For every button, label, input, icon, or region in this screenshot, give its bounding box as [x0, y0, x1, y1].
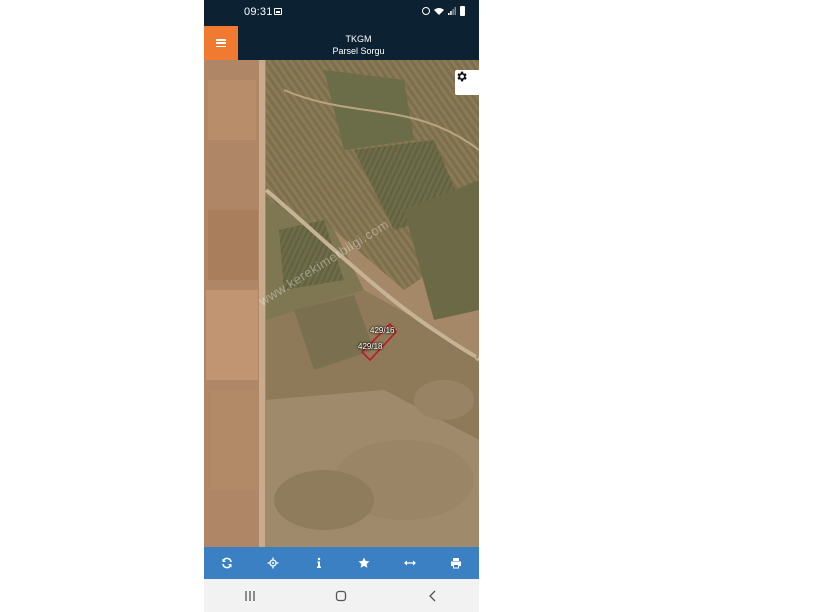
info-icon — [316, 557, 321, 568]
alarm-icon — [422, 7, 430, 15]
back-icon — [429, 590, 436, 601]
home-button[interactable] — [321, 581, 361, 611]
app-subtitle: Parsel Sorgu — [332, 46, 385, 56]
recent-apps-icon — [245, 590, 255, 601]
system-nav-bar — [204, 579, 479, 612]
map-imagery — [204, 60, 479, 547]
star-icon — [358, 557, 370, 568]
header-titles: TKGM Parsel Sorgu — [238, 33, 479, 57]
recent-apps-button[interactable] — [230, 581, 270, 611]
measure-icon — [404, 560, 417, 566]
settings-button[interactable] — [455, 70, 479, 95]
refresh-icon — [222, 557, 232, 569]
battery-icon — [460, 6, 465, 16]
locate-button[interactable] — [258, 548, 288, 578]
favorite-button[interactable] — [349, 548, 379, 578]
gear-icon — [457, 71, 467, 82]
info-button[interactable] — [304, 548, 334, 578]
menu-button[interactable] — [204, 26, 238, 60]
wifi-icon — [434, 8, 444, 15]
print-icon — [451, 558, 462, 569]
app-title: TKGM — [345, 34, 372, 44]
hamburger-icon — [216, 39, 226, 47]
app-header: TKGM Parsel Sorgu — [204, 26, 479, 60]
phone-screen: 09:31 TKGM Parsel Sorgu www.kerekimerbil… — [204, 0, 479, 612]
map-toolbar — [204, 547, 479, 579]
locate-icon — [267, 557, 279, 569]
satellite-map[interactable]: www.kerekimerbilgi.com 429/16 429/18 — [204, 60, 479, 547]
parcel-label: 429/16 — [370, 326, 395, 335]
gallery-icon — [274, 8, 282, 15]
status-icons — [422, 6, 465, 16]
parcel-label: 429/18 — [358, 342, 383, 351]
measure-button[interactable] — [395, 548, 425, 578]
print-button[interactable] — [441, 548, 471, 578]
status-bar: 09:31 — [204, 0, 479, 26]
home-icon — [336, 590, 347, 601]
status-time: 09:31 — [244, 6, 273, 18]
signal-icon — [448, 7, 456, 15]
back-button[interactable] — [413, 581, 453, 611]
refresh-button[interactable] — [212, 548, 242, 578]
